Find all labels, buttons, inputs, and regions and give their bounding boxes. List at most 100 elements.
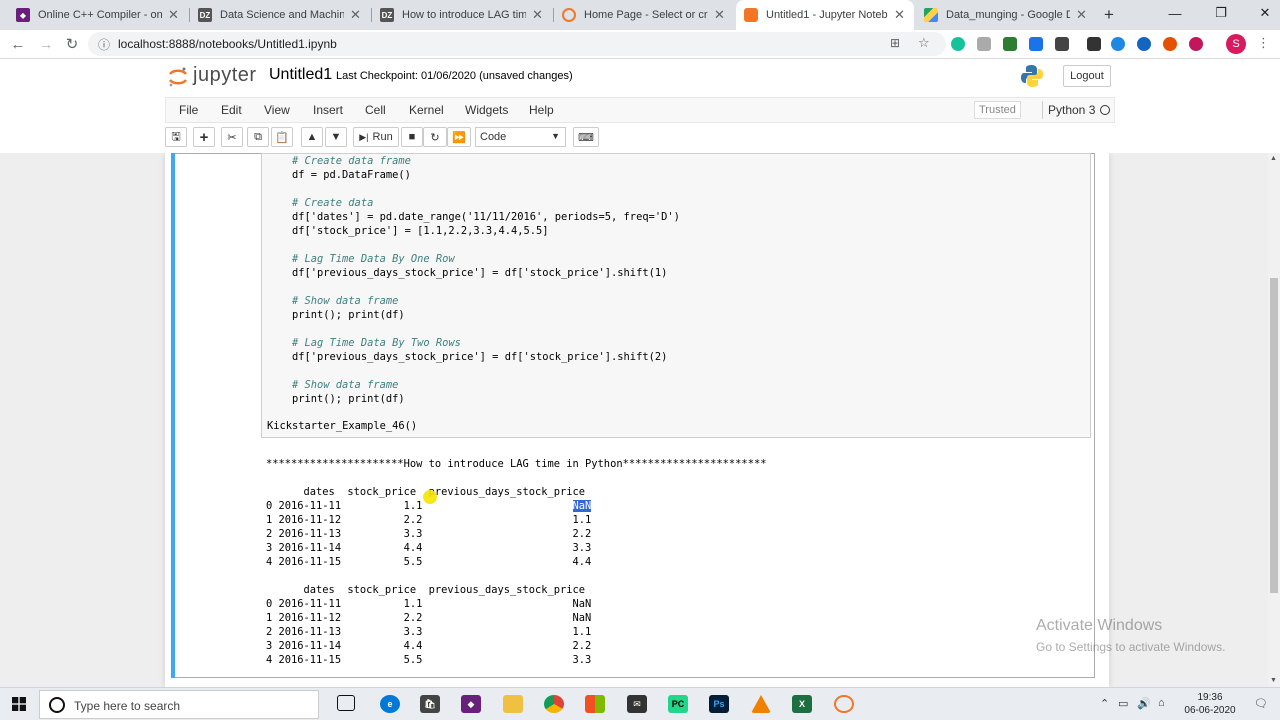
menu-file[interactable]: File bbox=[179, 103, 198, 117]
extension-icon[interactable] bbox=[1137, 37, 1151, 51]
interrupt-kernel-icon[interactable]: ■ bbox=[401, 127, 423, 147]
code-comment-line[interactable]: # Lag Time Data By One Row bbox=[292, 253, 455, 265]
jupyter-logo-text[interactable]: jupyter bbox=[193, 64, 257, 87]
excel-icon[interactable]: X bbox=[792, 695, 812, 713]
save-icon[interactable]: 🖫 bbox=[165, 127, 187, 147]
call-line[interactable]: Kickstarter_Example_46() bbox=[267, 420, 417, 432]
extension-icon[interactable] bbox=[1087, 37, 1101, 51]
instagram-icon[interactable] bbox=[1189, 37, 1203, 51]
photoshop-icon[interactable]: Ps bbox=[709, 695, 729, 713]
kernel-name[interactable]: Python 3 bbox=[1048, 103, 1095, 117]
task-view-icon[interactable] bbox=[337, 695, 355, 711]
selected-text-highlight[interactable]: NaN bbox=[572, 500, 592, 512]
minimize-icon[interactable]: — bbox=[1160, 0, 1190, 26]
insert-cell-icon[interactable]: + bbox=[193, 127, 215, 147]
edge-icon[interactable]: e bbox=[380, 695, 400, 713]
taskbar-clock[interactable]: 19:36 06-06-2020 bbox=[1180, 691, 1240, 717]
browser-tab-home-page[interactable]: Home Page - Select or create ✕ bbox=[554, 0, 734, 30]
paste-icon[interactable]: 📋 bbox=[271, 127, 293, 147]
menu-view[interactable]: View bbox=[264, 103, 290, 117]
url-text[interactable]: localhost:8888/notebooks/Untitled1.ipynb bbox=[118, 37, 337, 51]
reload-icon[interactable]: ↻ bbox=[62, 34, 82, 54]
code-comment-line[interactable]: # Create data bbox=[292, 197, 373, 209]
close-window-icon[interactable]: ✕ bbox=[1250, 0, 1280, 26]
back-arrow-icon[interactable]: ← bbox=[8, 34, 28, 54]
code-comment-line[interactable]: # Lag Time Data By Two Rows bbox=[292, 337, 461, 349]
anaconda-icon[interactable] bbox=[834, 695, 854, 713]
notebook-name[interactable]: Untitled1 bbox=[269, 66, 332, 84]
move-down-icon[interactable]: ▼ bbox=[325, 127, 347, 147]
close-tab-icon[interactable]: ✕ bbox=[350, 7, 362, 23]
close-tab-icon[interactable]: ✕ bbox=[894, 7, 906, 23]
code-line[interactable]: df['stock_price'] = [1.1,2.2,3.3,4.4,5.5… bbox=[292, 225, 548, 237]
file-explorer-icon[interactable] bbox=[503, 695, 523, 713]
close-tab-icon[interactable]: ✕ bbox=[714, 7, 726, 23]
run-button[interactable]: ▶| Run bbox=[353, 127, 399, 147]
grammarly-icon[interactable] bbox=[951, 37, 965, 51]
code-line[interactable]: print(); print(df) bbox=[292, 393, 405, 405]
extension-icon[interactable] bbox=[1003, 37, 1017, 51]
network-icon[interactable]: ⌂ bbox=[1158, 697, 1165, 709]
restart-run-all-icon[interactable]: ⏩ bbox=[447, 127, 471, 147]
scroll-down-icon[interactable]: ▼ bbox=[1270, 677, 1277, 684]
browser-tab-lag-time[interactable]: DZ How to introduce LAG time i ✕ bbox=[372, 0, 552, 30]
menu-cell[interactable]: Cell bbox=[365, 103, 386, 117]
battery-icon[interactable]: ▭ bbox=[1118, 697, 1128, 710]
code-input-area[interactable]: # Create data frame df = pd.DataFrame() # … bbox=[261, 153, 1091, 438]
menu-insert[interactable]: Insert bbox=[313, 103, 343, 117]
scroll-up-icon[interactable]: ▲ bbox=[1270, 155, 1277, 162]
translate-icon[interactable]: ⊞ bbox=[890, 36, 900, 50]
cut-icon[interactable]: ✂ bbox=[221, 127, 243, 147]
browser-tab-data-science[interactable]: DZ Data Science and Machine Le ✕ bbox=[190, 0, 370, 30]
extension-icon[interactable] bbox=[977, 37, 991, 51]
restore-icon[interactable]: ❐ bbox=[1206, 0, 1236, 26]
visual-studio-icon[interactable]: ◆ bbox=[461, 695, 481, 713]
jupyter-logo-icon[interactable] bbox=[168, 66, 188, 88]
code-comment-line[interactable]: # Create data frame bbox=[292, 155, 411, 167]
windows-start-icon[interactable] bbox=[12, 697, 26, 711]
extension-icon[interactable] bbox=[1111, 37, 1125, 51]
omnibox[interactable]: ⓘ localhost:8888/notebooks/Untitled1.ipy… bbox=[88, 32, 946, 56]
code-comment-line[interactable]: # Show data frame bbox=[292, 379, 398, 391]
info-icon[interactable]: ⓘ bbox=[98, 36, 110, 53]
tray-chevron-up-icon[interactable]: ⌃ bbox=[1100, 697, 1109, 710]
checkmark-icon[interactable] bbox=[1055, 37, 1069, 51]
code-line[interactable]: df = pd.DataFrame() bbox=[292, 169, 411, 181]
menu-help[interactable]: Help bbox=[529, 103, 554, 117]
volume-icon[interactable]: 🔊 bbox=[1137, 697, 1151, 710]
scrollbar-thumb[interactable] bbox=[1270, 278, 1278, 593]
browser-tab-jupyter[interactable]: Untitled1 - Jupyter Noteboo ✕ bbox=[736, 0, 914, 30]
bookmark-star-icon[interactable]: ☆ bbox=[918, 35, 930, 51]
trusted-indicator[interactable]: Trusted bbox=[974, 101, 1021, 119]
notifications-icon[interactable]: 🗨 bbox=[1254, 697, 1268, 710]
extension-icon[interactable] bbox=[1163, 37, 1177, 51]
code-line[interactable]: print(); print(df) bbox=[292, 309, 405, 321]
mail-icon[interactable]: ✉ bbox=[627, 695, 647, 713]
close-tab-icon[interactable]: ✕ bbox=[1076, 7, 1088, 23]
page-scrollbar[interactable]: ▲ ▼ bbox=[1268, 153, 1280, 687]
move-up-icon[interactable]: ▲ bbox=[301, 127, 323, 147]
pycharm-icon[interactable]: PC bbox=[668, 695, 688, 713]
logout-button[interactable]: Logout bbox=[1063, 65, 1111, 87]
close-tab-icon[interactable]: ✕ bbox=[532, 7, 544, 23]
chrome-icon[interactable] bbox=[544, 695, 564, 713]
command-palette-icon[interactable]: ⌨ bbox=[573, 127, 599, 147]
menu-widgets[interactable]: Widgets bbox=[465, 103, 508, 117]
new-tab-button[interactable]: + bbox=[1104, 5, 1114, 25]
copy-icon[interactable]: ⧉ bbox=[247, 127, 269, 147]
vlc-icon[interactable] bbox=[751, 695, 771, 713]
office-icon[interactable] bbox=[585, 695, 605, 713]
code-line[interactable]: df['previous_days_stock_price'] = df['st… bbox=[292, 267, 667, 279]
browser-tab-google-drive[interactable]: Data_munging - Google Driv ✕ bbox=[916, 0, 1096, 30]
menu-edit[interactable]: Edit bbox=[221, 103, 242, 117]
code-line[interactable]: df['dates'] = pd.date_range('11/11/2016'… bbox=[292, 211, 680, 223]
menu-kernel[interactable]: Kernel bbox=[409, 103, 444, 117]
cell-type-select[interactable]: Code ▼ bbox=[475, 127, 566, 147]
taskbar-search-box[interactable]: Type here to search bbox=[39, 690, 319, 719]
close-tab-icon[interactable]: ✕ bbox=[168, 7, 180, 23]
code-line[interactable]: df['previous_days_stock_price'] = df['st… bbox=[292, 351, 667, 363]
forward-arrow-icon[interactable]: → bbox=[36, 34, 56, 54]
restart-kernel-icon[interactable]: ↻ bbox=[423, 127, 447, 147]
more-menu-icon[interactable]: ⋮ bbox=[1257, 35, 1270, 51]
store-icon[interactable]: 🛍 bbox=[420, 695, 440, 713]
